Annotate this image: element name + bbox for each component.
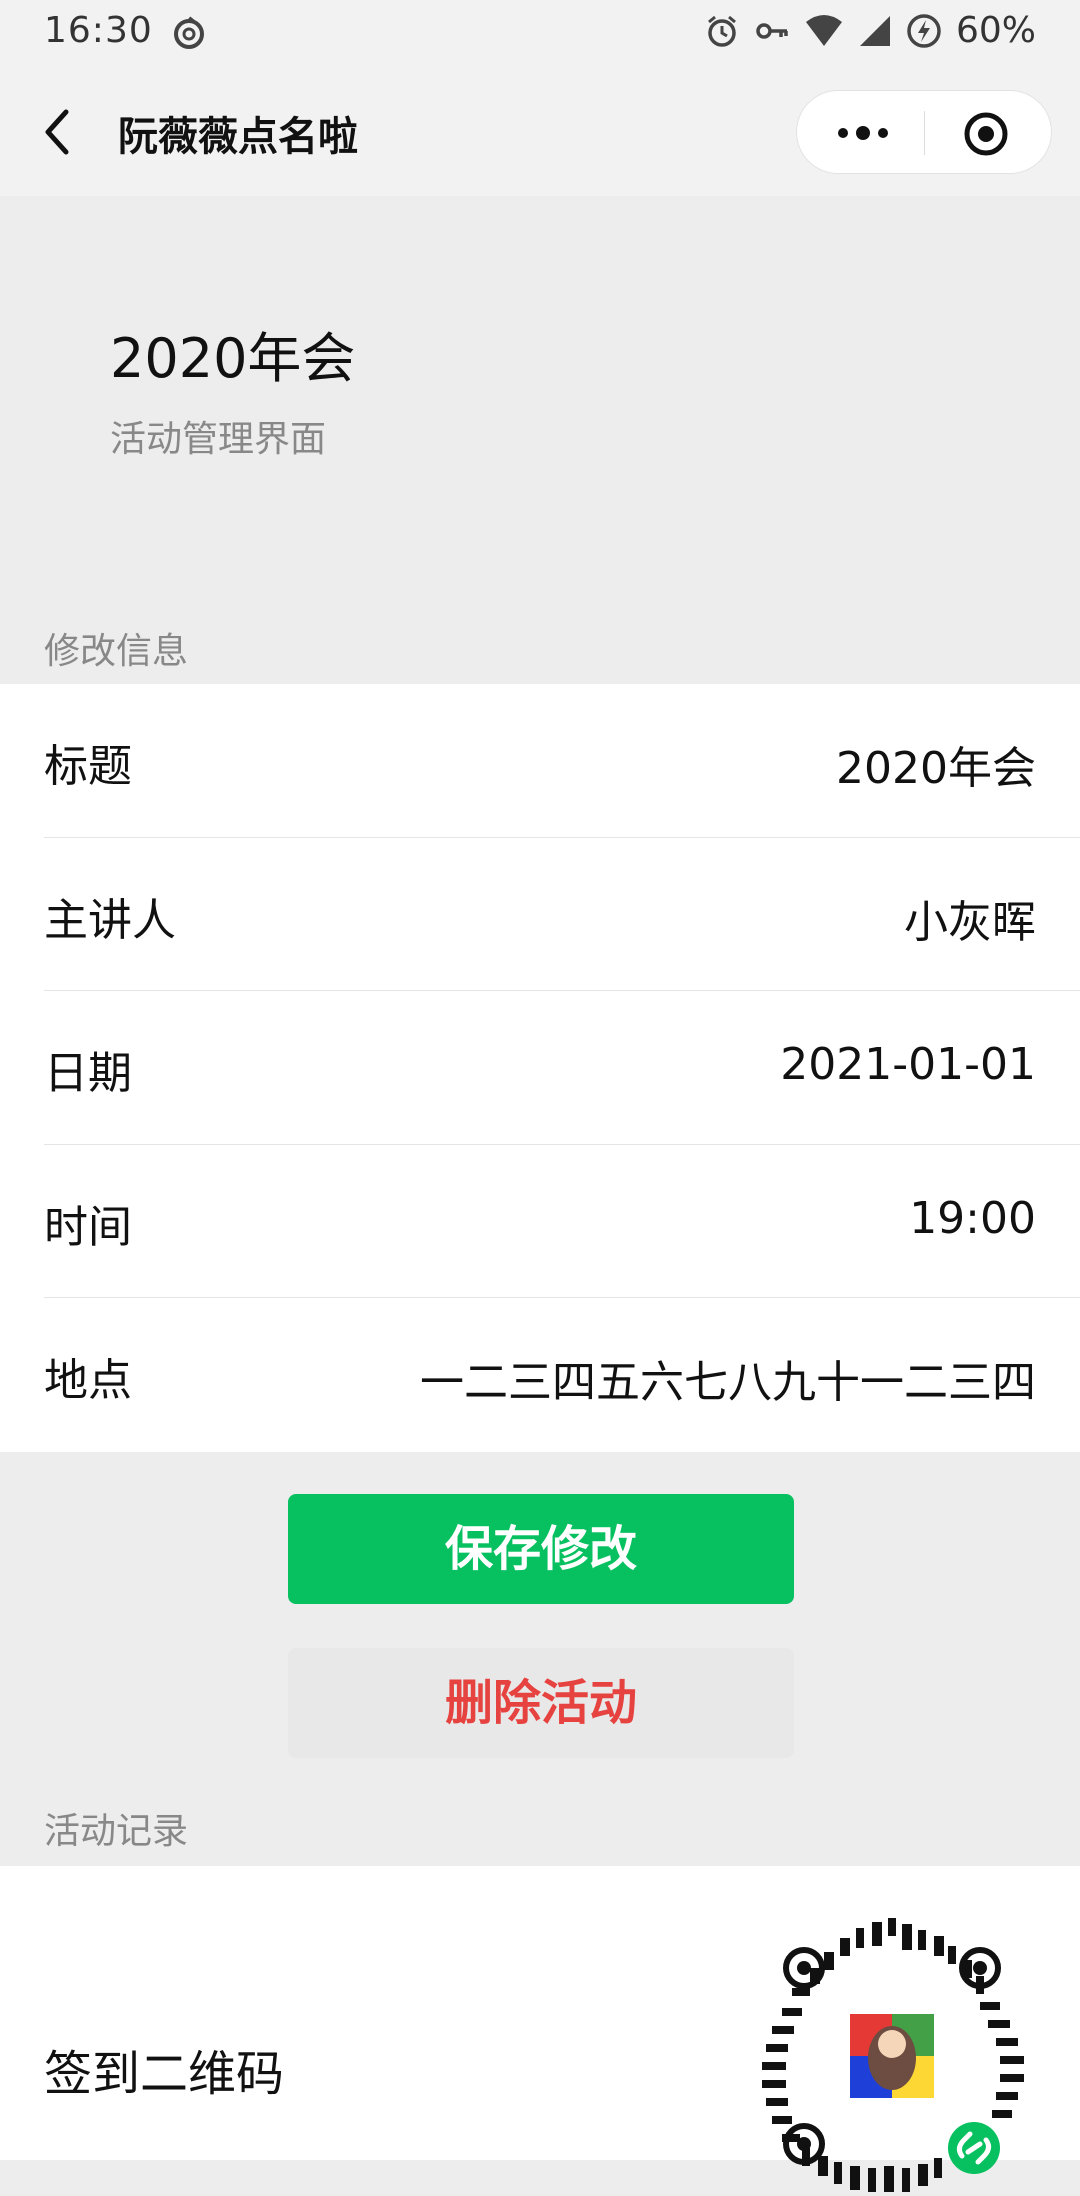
row-date[interactable]: 日期 2021-01-01 xyxy=(0,991,1080,1145)
signal-icon xyxy=(859,15,890,46)
title-input[interactable]: 2020年会 xyxy=(836,732,1036,796)
status-bar: 16:30 60% xyxy=(0,0,1080,66)
mini-program-capsule xyxy=(796,90,1052,174)
status-time: 16:30 xyxy=(44,10,153,51)
mini-program-badge-icon xyxy=(948,2122,1000,2174)
speaker-input[interactable]: 小灰晖 xyxy=(904,886,1036,950)
row-label: 日期 xyxy=(44,1048,132,1100)
row-time[interactable]: 时间 19:00 xyxy=(0,1145,1080,1299)
edit-info-list: 标题 2020年会 主讲人 小灰晖 日期 2021-01-01 时间 19:00… xyxy=(0,684,1080,1452)
location-input[interactable]: 一二三四五六七八九十一二三四 xyxy=(420,1346,1036,1410)
activity-title: 2020年会 xyxy=(110,327,356,390)
row-label: 时间 xyxy=(44,1201,132,1253)
date-picker[interactable]: 2021-01-01 xyxy=(780,1039,1036,1090)
activity-header: 2020年会 活动管理界面 xyxy=(0,196,1080,616)
alarm-icon xyxy=(708,15,736,47)
row-title[interactable]: 标题 2020年会 xyxy=(0,684,1080,838)
target-icon[interactable] xyxy=(963,111,1009,157)
row-speaker[interactable]: 主讲人 小灰晖 xyxy=(0,838,1080,992)
edit-section-label: 修改信息 xyxy=(44,631,189,672)
record-section-label: 活动记录 xyxy=(44,1811,189,1852)
row-label: 地点 xyxy=(44,1355,132,1407)
key-icon xyxy=(756,22,788,39)
nav-bar: 阮薇薇点名啦 xyxy=(0,66,1080,196)
more-dots-icon[interactable] xyxy=(833,121,893,145)
capsule-divider xyxy=(924,111,925,155)
battery-percent: 60% xyxy=(955,10,1036,51)
row-label: 主讲人 xyxy=(44,894,176,946)
qr-code-label: 签到二维码 xyxy=(44,2046,285,2102)
qr-center-logo xyxy=(830,1994,954,2118)
qr-code-image[interactable] xyxy=(752,1916,1032,2196)
delete-activity-button[interactable]: 删除活动 xyxy=(288,1648,794,1758)
record-list: 签到二维码 xyxy=(0,1866,1080,2192)
row-location[interactable]: 地点 一二三四五六七八九十一二三四 xyxy=(0,1298,1080,1452)
row-label: 标题 xyxy=(44,741,132,792)
page-title: 阮薇薇点名啦 xyxy=(118,114,358,160)
battery-charging-icon xyxy=(907,13,941,48)
wifi-icon xyxy=(805,14,842,46)
chevron-left-icon[interactable] xyxy=(36,104,80,160)
activity-subtitle: 活动管理界面 xyxy=(110,419,327,460)
status-icons: 60% xyxy=(704,10,1036,51)
save-button[interactable]: 保存修改 xyxy=(288,1494,794,1604)
time-picker[interactable]: 19:00 xyxy=(909,1193,1036,1244)
netease-music-icon xyxy=(174,16,204,49)
